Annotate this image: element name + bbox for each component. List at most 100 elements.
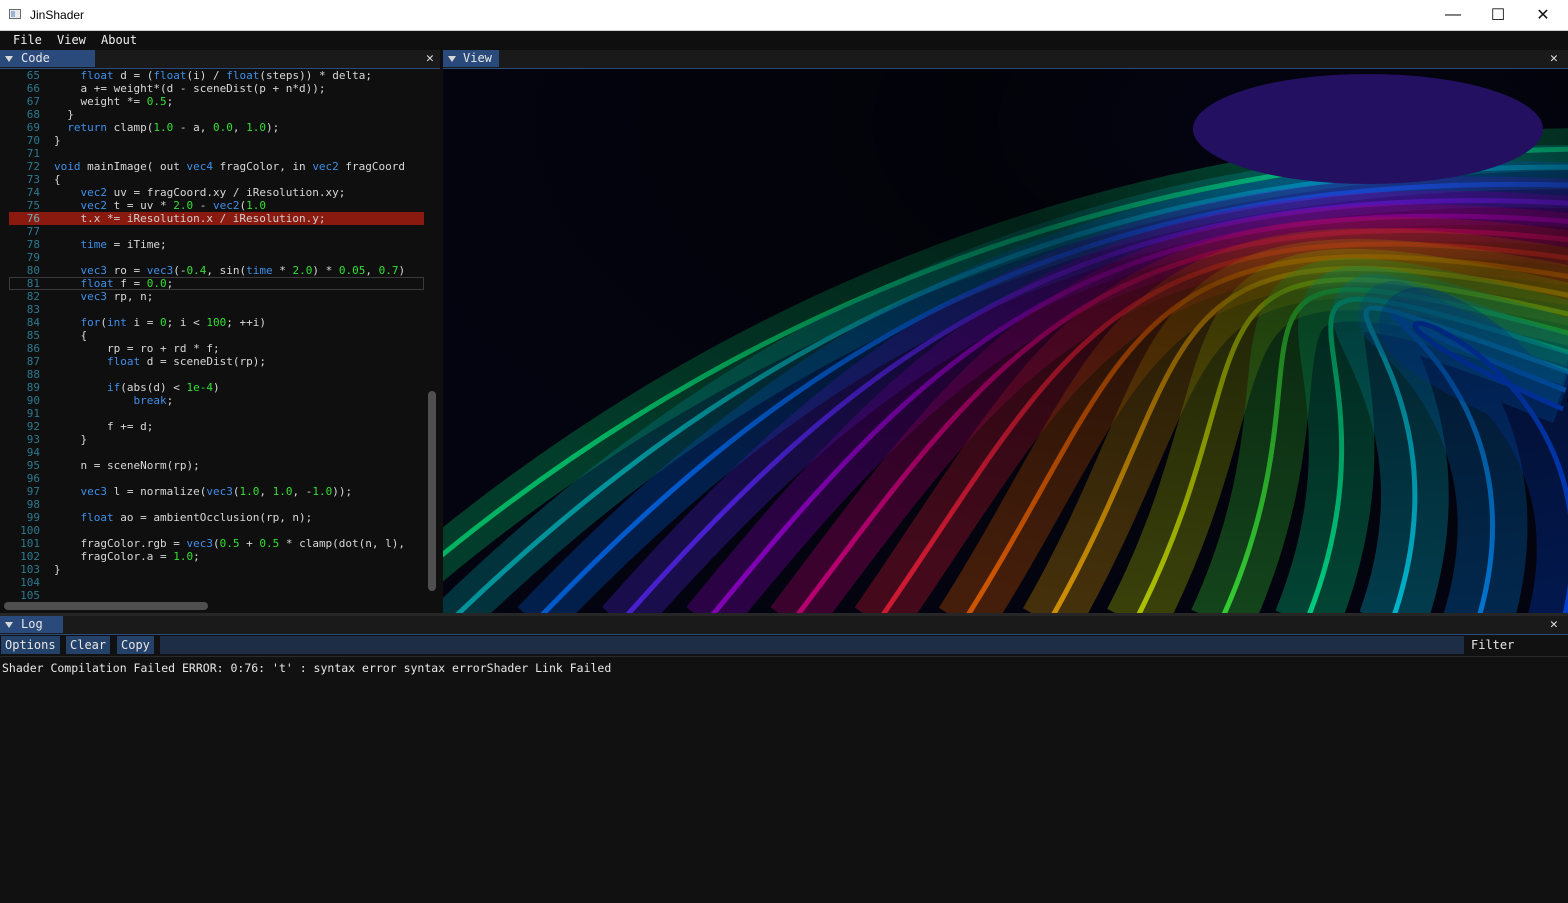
code-line[interactable]: 74 vec2 uv = fragCoord.xy / iResolution.… [0, 186, 424, 199]
code-line[interactable]: 75 vec2 t = uv * 2.0 - vec2(1.0 [0, 199, 424, 212]
code-text: vec3 l = normalize(vec3(1.0, 1.0, -1.0))… [80, 485, 353, 498]
code-line[interactable]: 88 [0, 368, 424, 381]
line-number: 66 [26, 82, 40, 95]
code-text: time = iTime; [80, 238, 167, 251]
line-number: 88 [26, 368, 40, 381]
code-line[interactable]: 91 [0, 407, 424, 420]
menu-about[interactable]: About [101, 33, 137, 47]
close-icon[interactable]: ✕ [1550, 616, 1558, 633]
close-icon[interactable]: ✕ [426, 50, 434, 67]
view-tab-label: View [463, 51, 492, 65]
tab-log[interactable]: Log [0, 616, 63, 633]
code-line[interactable]: 81 float f = 0.0; [9, 277, 424, 290]
code-line[interactable]: 100 [0, 524, 424, 537]
code-line[interactable]: 105 [0, 589, 424, 600]
tab-code[interactable]: Code [0, 50, 95, 67]
code-line[interactable]: 65 float d = (float(i) / float(steps)) *… [0, 69, 424, 82]
code-text: return clamp(1.0 - a, 0.0, 1.0); [67, 121, 280, 134]
line-number: 92 [26, 420, 40, 433]
maximize-button[interactable]: ☐ [1475, 0, 1521, 30]
code-line[interactable]: 70} [0, 134, 424, 147]
code-line[interactable]: 98 [0, 498, 424, 511]
scrollbar-thumb[interactable] [428, 391, 436, 591]
code-text: f += d; [54, 420, 154, 433]
line-number: 85 [26, 329, 40, 342]
code-line[interactable]: 72 void mainImage( out vec4 fragColor, in… [0, 160, 424, 173]
clear-button[interactable]: Clear [66, 636, 111, 654]
close-icon[interactable]: ✕ [1550, 50, 1558, 67]
code-line[interactable]: 89 if(abs(d) < 1e-4) [0, 381, 424, 394]
code-line[interactable]: 83 [0, 303, 424, 316]
line-number: 103 [20, 563, 40, 576]
collapse-triangle-icon[interactable] [5, 622, 13, 628]
code-text: vec2 t = uv * 2.0 - vec2(1.0 [80, 199, 266, 212]
close-window-button[interactable]: ✕ [1520, 0, 1566, 30]
horizontal-scrollbar[interactable] [0, 600, 424, 612]
code-line[interactable]: 103} [0, 563, 424, 576]
code-line[interactable]: 97 vec3 l = normalize(vec3(1.0, 1.0, -1.… [0, 485, 424, 498]
code-text: n = sceneNorm(rp); [54, 459, 200, 472]
code-line[interactable]: 73 { [0, 173, 424, 186]
collapse-triangle-icon[interactable] [5, 56, 13, 62]
line-number: 80 [26, 264, 40, 277]
line-number: 93 [26, 433, 40, 446]
code-text: t.x *= iResolution.x / iResolution.y; [54, 212, 326, 225]
code-line[interactable]: 102 fragColor.a = 1.0; [0, 550, 424, 563]
scrollbar-thumb[interactable] [4, 602, 208, 610]
line-number: 70 [26, 134, 40, 147]
window-title: JinShader [30, 8, 85, 22]
minimize-button[interactable]: — [1430, 0, 1476, 30]
code-line[interactable]: 85 { [0, 329, 424, 342]
code-line[interactable]: 77 [0, 225, 424, 238]
code-editor[interactable]: 65 float d = (float(i) / float(steps)) *… [0, 69, 424, 600]
view-panel: View ✕ [443, 50, 1568, 613]
code-line[interactable]: 92 f += d; [0, 420, 424, 433]
line-number: 65 [26, 69, 40, 82]
options-button[interactable]: Options [1, 636, 60, 654]
code-line[interactable]: 78 time = iTime; [0, 238, 424, 251]
code-text: for(int i = 0; i < 100; ++i) [80, 316, 267, 329]
code-line[interactable]: 84 for(int i = 0; i < 100; ++i) [0, 316, 424, 329]
code-line[interactable]: 94 [0, 446, 424, 459]
code-line[interactable]: 101 fragColor.rgb = vec3(0.5 + 0.5 * cla… [0, 537, 424, 550]
vertical-scrollbar[interactable] [426, 69, 438, 599]
code-line[interactable]: 68 } [0, 108, 424, 121]
code-text: } [54, 433, 88, 446]
menu-file[interactable]: File [13, 33, 42, 47]
filter-input[interactable] [160, 636, 1464, 654]
code-text: fragColor.a = 1.0; [54, 550, 200, 563]
menu-bar: File View About [0, 31, 1568, 49]
code-line[interactable]: 82 vec3 rp, n; [0, 290, 424, 303]
line-number: 101 [20, 537, 40, 550]
code-line[interactable]: 76 t.x *= iResolution.x / iResolution.y; [9, 212, 424, 225]
code-line[interactable]: 104 [0, 576, 424, 589]
code-line[interactable]: 96 [0, 472, 424, 485]
code-line[interactable]: 90 break; [0, 394, 424, 407]
code-line[interactable]: 69 return clamp(1.0 - a, 0.0, 1.0); [0, 121, 424, 134]
code-line[interactable]: 66 a += weight*(d - sceneDist(p + n*d)); [0, 82, 424, 95]
code-line[interactable]: 71 [0, 147, 424, 160]
code-text: } [54, 563, 61, 576]
code-text: float f = 0.0; [80, 277, 174, 290]
line-number: 91 [26, 407, 40, 420]
code-line[interactable]: 87 float d = sceneDist(rp); [0, 355, 424, 368]
copy-button[interactable]: Copy [117, 636, 154, 654]
shader-render-canvas[interactable] [443, 69, 1568, 613]
code-line[interactable]: 67 weight *= 0.5; [0, 95, 424, 108]
code-text: vec3 rp, n; [80, 290, 154, 303]
log-message: Shader Compilation Failed ERROR: 0:76: '… [2, 661, 612, 675]
code-line[interactable]: 99 float ao = ambientOcclusion(rp, n); [0, 511, 424, 524]
menu-view[interactable]: View [57, 33, 86, 47]
collapse-triangle-icon[interactable] [448, 56, 456, 62]
line-number: 81 [26, 277, 40, 290]
line-number: 87 [26, 355, 40, 368]
code-line[interactable]: 93 } [0, 433, 424, 446]
code-line[interactable]: 95 n = sceneNorm(rp); [0, 459, 424, 472]
code-line[interactable]: 86 rp = ro + rd * f; [0, 342, 424, 355]
code-text: float ao = ambientOcclusion(rp, n); [80, 511, 313, 524]
code-line[interactable]: 80 vec3 ro = vec3(-0.4, sin(time * 2.0) … [0, 264, 424, 277]
code-text: { [54, 173, 61, 186]
tab-view[interactable]: View [443, 50, 499, 67]
code-text: break; [133, 394, 174, 407]
code-line[interactable]: 79 [0, 251, 424, 264]
